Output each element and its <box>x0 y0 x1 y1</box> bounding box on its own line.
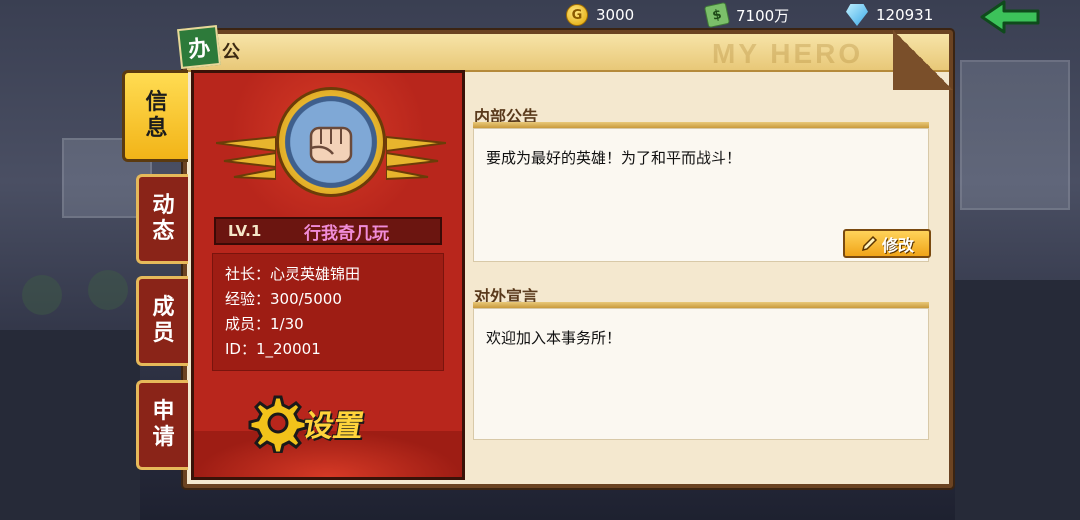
declaration-text: 欢迎加入本事务所！ <box>486 329 622 347</box>
gold-amount: 3000 <box>596 6 635 24</box>
office-badge: 办 <box>177 25 221 69</box>
id-row: ID：1_20001 <box>225 340 321 358</box>
settings-button[interactable]: 设置 <box>248 393 398 453</box>
exp-row: 经验：300/5000 <box>225 290 342 308</box>
window-title: 公 <box>222 42 240 63</box>
tab-activity[interactable]: 动 态 <box>136 174 188 264</box>
back-arrow-icon[interactable] <box>980 0 1042 34</box>
tab-label: 息 <box>145 116 168 141</box>
guild-info-box: 社长：心灵英雄锦田 经验：300/5000 成员：1/30 ID：1_20001 <box>212 253 444 371</box>
tab-label: 成 <box>152 294 175 320</box>
tab-label: 动 <box>152 192 175 218</box>
background-window <box>960 60 1070 210</box>
guild-name: 行我奇几玩 <box>304 223 389 244</box>
background-desk <box>955 280 1080 520</box>
notice-text: 要成为最好的英雄！为了和平而战斗！ <box>486 149 742 167</box>
pencil-icon <box>861 235 878 251</box>
fist-icon <box>309 126 353 164</box>
members-row: 成员：1/30 <box>225 315 304 333</box>
gem-counter: 120931 <box>846 2 933 28</box>
tab-label: 态 <box>152 219 175 244</box>
tab-label: 申 <box>152 398 175 424</box>
diamond-icon <box>846 4 868 26</box>
tab-info[interactable]: 信 息 <box>122 70 188 162</box>
gold-counter: G 3000 <box>566 2 634 28</box>
office-profile-panel: LV.1 行我奇几玩 社长：心灵英雄锦田 经验：300/5000 成员：1/30… <box>191 70 465 480</box>
guild-emblem <box>276 87 386 197</box>
edit-notice-button[interactable]: 修改 <box>843 229 931 258</box>
background-desk <box>0 330 140 520</box>
corner-fold <box>893 30 953 90</box>
left-wing-icon <box>216 135 276 181</box>
right-wing-icon <box>386 135 446 181</box>
declaration-textbox[interactable]: 欢迎加入本事务所！ <box>473 308 929 440</box>
cash-amount: 7100万 <box>736 6 790 25</box>
gem-amount: 120931 <box>876 6 934 24</box>
guild-level: LV.1 <box>228 222 262 240</box>
tab-label: 员 <box>152 321 175 346</box>
tab-applications[interactable]: 申 请 <box>136 380 188 470</box>
tab-label: 信 <box>145 89 168 115</box>
gear-icon <box>248 395 308 453</box>
background-plant <box>22 275 62 315</box>
cash-counter: $ 7100万 <box>703 1 790 29</box>
tab-label: 请 <box>152 425 175 450</box>
background-plant <box>88 270 128 310</box>
edit-label: 修改 <box>881 235 914 255</box>
settings-label: 设置 <box>300 409 367 444</box>
window-header: MY HERO <box>187 34 949 72</box>
header-watermark: MY HERO <box>712 38 864 69</box>
leader-row: 社长：心灵英雄锦田 <box>225 265 361 283</box>
gold-coin-icon: G <box>566 4 588 26</box>
cash-stack-icon: $ <box>703 1 731 29</box>
level-bar: LV.1 行我奇几玩 <box>214 217 442 245</box>
tab-members[interactable]: 成 员 <box>136 276 188 366</box>
